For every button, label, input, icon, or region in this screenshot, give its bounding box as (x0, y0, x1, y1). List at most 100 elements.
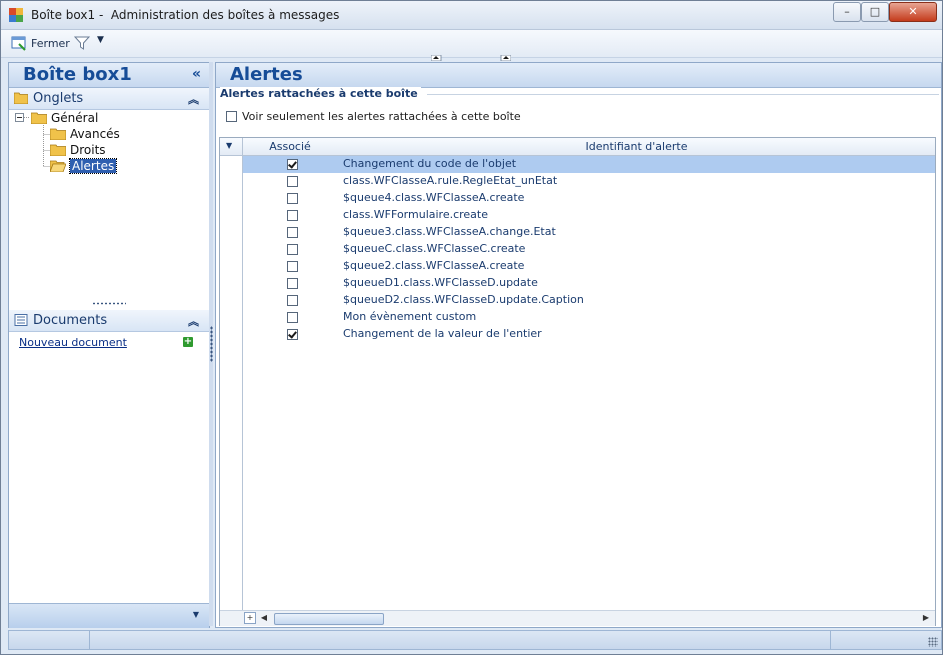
table-row[interactable]: $queue3.class.WFClasseA.change.Etat (243, 224, 935, 241)
associated-checkbox[interactable] (287, 193, 298, 204)
close-button-label: Fermer (31, 36, 70, 50)
alert-identifier: $queue4.class.WFClasseA.create (343, 191, 525, 204)
alert-identifier: Changement du code de l'objet (343, 157, 517, 170)
filter-checkbox-label: Voir seulement les alertes rattachées à … (242, 110, 521, 123)
associated-checkbox[interactable] (287, 295, 298, 306)
grid-corner[interactable]: ▼ (220, 138, 243, 155)
table-row[interactable]: $queueC.class.WFClasseC.create (243, 241, 935, 258)
column-header-associe[interactable]: Associé (243, 138, 337, 155)
table-row[interactable]: Changement du code de l'objet (243, 156, 935, 173)
tabs-section-label: Onglets (33, 91, 84, 106)
associated-checkbox[interactable] (287, 244, 298, 255)
table-row[interactable]: Changement de la valeur de l'entier (243, 326, 935, 343)
grid-header: ▼ Associé Identifiant d'alerte (220, 138, 935, 156)
tree-node-label-selected: Alertes (68, 158, 118, 174)
resize-grip-icon[interactable] (928, 637, 938, 647)
main-panel: Alertes Alertes rattachées à cette boîte… (215, 62, 942, 628)
table-row[interactable]: $queue2.class.WFClasseA.create (243, 258, 935, 275)
close-button[interactable]: Fermer (11, 35, 70, 51)
left-panel: Boîte box1 « Onglets ︽ Général Avancés D… (8, 62, 210, 628)
close-window-button[interactable]: ✕ (889, 2, 937, 22)
tree-node-label: Avancés (70, 127, 120, 141)
title-bar: Boîte box1 - Administration des boîtes à… (1, 1, 942, 30)
tree-node-general[interactable]: Général (31, 110, 98, 126)
alert-identifier: class.WFClasseA.rule.RegleEtat_unEtat (343, 174, 558, 187)
tree-node-label: Droits (70, 143, 106, 157)
associated-checkbox[interactable] (287, 159, 298, 170)
alert-identifier: Changement de la valeur de l'entier (343, 327, 542, 340)
toolbar: Fermer ▼ (1, 30, 942, 58)
documents-section-header[interactable]: Documents ︽ (9, 310, 209, 332)
associated-checkbox[interactable] (287, 261, 298, 272)
close-doc-icon (11, 36, 26, 51)
alert-identifier: Mon évènement custom (343, 310, 477, 323)
associated-checkbox[interactable] (287, 312, 298, 323)
group-title: Alertes rattachées à cette boîte (220, 87, 421, 100)
scroll-left-icon[interactable]: ◀ (258, 612, 270, 624)
maximize-button[interactable]: □ (861, 2, 889, 22)
left-panel-footer: ▼ (9, 603, 209, 628)
table-row[interactable]: Mon évènement custom (243, 309, 935, 326)
folder-icon (14, 92, 28, 104)
documents-section-label: Documents (33, 313, 108, 328)
document-list-icon (14, 314, 28, 326)
open-folder-icon (50, 160, 66, 172)
table-row[interactable]: class.WFFormulaire.create (243, 207, 935, 224)
app-icon (9, 8, 23, 22)
collapse-panel-icon[interactable]: « (192, 66, 201, 82)
panel-splitter-handle[interactable] (431, 55, 511, 61)
alert-identifier: $queueD1.class.WFClasseD.update (343, 276, 538, 289)
window-title: Boîte box1 - Administration des boîtes à… (31, 8, 340, 22)
minimize-button[interactable]: – (833, 2, 861, 22)
grid-row-selector-column (220, 156, 243, 611)
status-segment (90, 631, 831, 649)
new-document-link[interactable]: Nouveau document (19, 336, 127, 349)
scroll-thumb[interactable] (274, 613, 384, 625)
folder-icon (50, 144, 66, 156)
table-row[interactable]: $queueD1.class.WFClasseD.update (243, 275, 935, 292)
tabs-section-header[interactable]: Onglets ︽ (9, 88, 209, 110)
vertical-splitter-grip[interactable] (210, 326, 213, 362)
chevron-up-double-icon[interactable]: ︽ (188, 313, 199, 329)
left-panel-title: Boîte box1 (23, 64, 132, 85)
tree-node-label: Général (51, 111, 99, 125)
chevron-down-icon[interactable]: ▼ (193, 610, 199, 619)
horizontal-scrollbar[interactable]: + ◀ ▶ (220, 610, 935, 626)
add-row-icon[interactable]: + (244, 612, 256, 624)
alert-identifier: $queueC.class.WFClasseC.create (343, 242, 526, 255)
alerts-grid: ▼ Associé Identifiant d'alerte Changemen… (219, 137, 936, 626)
application-window: Boîte box1 - Administration des boîtes à… (0, 0, 943, 655)
filter-checkbox[interactable] (226, 111, 237, 122)
tree-node-droits[interactable]: Droits (50, 142, 106, 158)
column-header-identifiant[interactable]: Identifiant d'alerte (338, 138, 935, 155)
filter-button[interactable] (74, 35, 90, 51)
chevron-down-icon: ▼ (97, 35, 104, 45)
chevron-down-icon: ▼ (226, 141, 233, 150)
associated-checkbox[interactable] (287, 210, 298, 221)
alert-identifier: $queue2.class.WFClasseA.create (343, 259, 525, 272)
chevron-up-double-icon[interactable]: ︽ (188, 91, 199, 107)
table-row[interactable]: class.WFClasseA.rule.RegleEtat_unEtat (243, 173, 935, 190)
associated-checkbox[interactable] (287, 278, 298, 289)
filter-checkbox-row[interactable]: Voir seulement les alertes rattachées à … (226, 110, 521, 123)
status-bar (8, 630, 942, 650)
folder-icon (31, 112, 47, 124)
group-divider (427, 94, 939, 95)
associated-checkbox[interactable] (287, 176, 298, 187)
main-panel-header: Alertes (216, 63, 941, 88)
tree-node-alertes[interactable]: Alertes (50, 158, 118, 174)
alert-identifier: $queueD2.class.WFClasseD.update.Caption (343, 293, 584, 306)
status-segment (9, 631, 90, 649)
associated-checkbox[interactable] (287, 329, 298, 340)
page-title: Alertes (230, 64, 303, 85)
left-panel-header: Boîte box1 « (9, 63, 209, 88)
scroll-right-icon[interactable]: ▶ (920, 612, 932, 624)
section-splitter-grip[interactable] (92, 302, 126, 305)
table-row[interactable]: $queue4.class.WFClasseA.create (243, 190, 935, 207)
tree-node-avances[interactable]: Avancés (50, 126, 120, 142)
add-icon[interactable]: + (183, 337, 193, 347)
table-row[interactable]: $queueD2.class.WFClasseD.update.Caption (243, 292, 935, 309)
associated-checkbox[interactable] (287, 227, 298, 238)
filter-dropdown-button[interactable]: ▼ (97, 35, 104, 45)
alert-identifier: class.WFFormulaire.create (343, 208, 489, 221)
